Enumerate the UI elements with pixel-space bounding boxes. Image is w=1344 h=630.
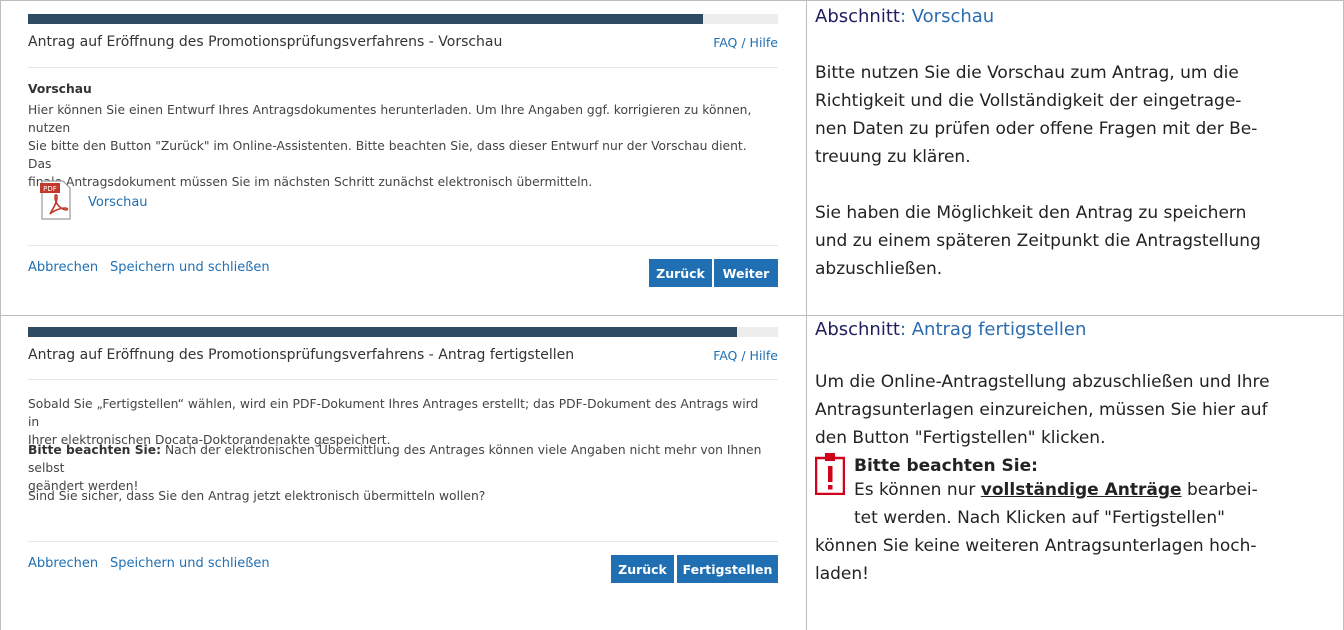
confirm-question: Sind Sie sicher, dass Sie den Antrag jet… [28,489,486,503]
preview-download-link[interactable]: Vorschau [88,195,148,210]
help-section-preview: Abschnitt: Vorschau Bitte nutzen Sie die… [815,6,1335,306]
help-line: Antragsunterlagen einzureichen, müssen S… [815,400,1268,420]
help-line: Um die Online-Antragstellung abzuschließ… [815,372,1270,392]
help-title-rest: : Vorschau [899,6,995,27]
help-title: Abschnitt: Antrag fertigstellen [815,319,1086,340]
warning-text: Es können nur [854,480,981,500]
warning-line: Bitte beachten Sie: Nach der elektronisc… [28,441,773,477]
progress-bar [28,14,778,24]
back-button[interactable]: Zurück [649,259,712,287]
section-label: Vorschau [28,82,92,96]
progress-bar [28,327,778,337]
warning-emphasis: vollständige Anträge [980,480,1182,500]
progress-fill [28,14,703,24]
back-button[interactable]: Zurück [611,555,674,583]
help-paragraph: Bitte nutzen Sie die Vorschau zum Antrag… [815,59,1335,171]
footer-separator [28,541,778,542]
cancel-link[interactable]: Abbrechen [28,260,98,275]
grid-line-divider [0,315,1344,316]
description-line: finale Antragsdokument müssen Sie im näc… [28,175,593,189]
help-title: Abschnitt: Vorschau [815,6,994,27]
description-line: Hier können Sie einen Entwurf Ihres Antr… [28,103,752,135]
faq-help-link[interactable]: FAQ / Hilfe [713,348,778,363]
pdf-icon[interactable]: PDF [40,180,72,220]
footer-separator [28,245,778,246]
finish-panel: Antrag auf Eröffnung des Promotionsprüfu… [28,327,778,617]
warning-line: laden! [815,564,869,584]
warning-line: tet werden. Nach Klicken auf "Fertigstel… [854,508,1225,528]
description-line: Sie bitte den Button "Zurück" im Online-… [28,139,747,171]
help-line: Richtigkeit und die Vollständigkeit der … [815,91,1242,111]
help-paragraph: Um die Online-Antragstellung abzuschließ… [815,368,1335,452]
header-separator [28,379,778,380]
help-line: treuung zu klären. [815,147,971,167]
help-line: den Button "Fertigstellen" klicken. [815,428,1106,448]
warning-bold-label: Bitte beachten Sie: [28,443,162,457]
help-title-rest: : Antrag fertigstellen [899,319,1087,340]
pdf-icon-label: PDF [43,185,57,193]
page-title: Antrag auf Eröffnung des Promotionsprüfu… [28,34,503,50]
help-line: nen Daten zu prüfen oder offene Fragen m… [815,119,1258,139]
save-and-close-link[interactable]: Speichern und schließen [110,260,270,275]
save-and-close-link[interactable]: Speichern und schließen [110,556,270,571]
help-section-finish: Abschnitt: Antrag fertigstellen Um die O… [815,319,1335,630]
page-title: Antrag auf Eröffnung des Promotionsprüfu… [28,347,575,363]
header-separator [28,67,778,68]
warning-line: können Sie keine weiteren Antragsunterla… [815,536,1257,556]
warning-heading: Bitte beachten Sie: [854,456,1038,476]
help-line: Bitte nutzen Sie die Vorschau zum Antrag… [815,63,1239,83]
faq-help-link[interactable]: FAQ / Hilfe [713,35,778,50]
warning-text: bearbei- [1181,480,1258,500]
warning-line: Es können nur vollständige Anträge bearb… [815,476,1335,504]
help-line: abzuschließen. [815,259,943,279]
cancel-link[interactable]: Abbrechen [28,556,98,571]
preview-panel: Antrag auf Eröffnung des Promotionsprüfu… [28,14,778,304]
help-paragraph: Sie haben die Möglichkeit den Antrag zu … [815,199,1335,283]
help-line: und zu einem späteren Zeitpunkt die Antr… [815,231,1261,251]
help-line: Sie haben die Möglichkeit den Antrag zu … [815,203,1247,223]
info-line: Sobald Sie „Fertigstellen“ wählen, wird … [28,397,759,429]
warning-paragraph: Es können nur vollständige Anträge bearb… [815,476,1335,588]
finish-button[interactable]: Fertigstellen [677,555,778,583]
next-button[interactable]: Weiter [714,259,778,287]
help-title-keyword: Abschnitt [815,6,900,27]
grid-line-top [0,0,1344,1]
preview-description: Hier können Sie einen Entwurf Ihres Antr… [28,101,773,191]
help-title-keyword: Abschnitt [815,319,900,340]
progress-fill [28,327,737,337]
